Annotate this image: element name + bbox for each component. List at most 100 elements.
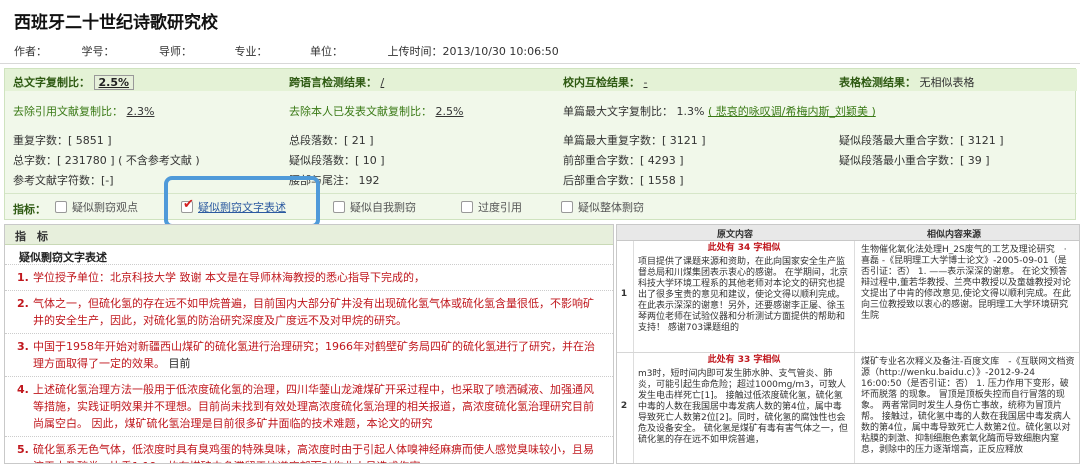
sus-min-overlap-label: 疑似段落最小重合字数： bbox=[839, 154, 960, 167]
col-similar-header: 相似内容来源 bbox=[927, 230, 982, 240]
original-cell: 此处有 34 字相似 项目提供了课题来源和资助，在此向国家安全生产监督总局和川煤… bbox=[633, 241, 855, 352]
author-label: 作者： bbox=[14, 45, 47, 58]
student-id-label: 学号： bbox=[81, 45, 115, 58]
excl-ref-link[interactable]: 2.3% bbox=[127, 105, 155, 118]
table-detect-value: 无相似表格 bbox=[919, 76, 975, 89]
table-row: 2 此处有 33 字相似 m3时，短时间内即可发生肺水肿、支气管炎、肺炎，可能引… bbox=[617, 353, 1079, 463]
item-text: 硫化氢系无色气体，低浓度时具有臭鸡蛋的特殊臭味，高浓度时由于引起人体嗅神经麻痹而… bbox=[33, 443, 594, 463]
school-compare-link[interactable]: - bbox=[644, 76, 648, 89]
tail-value: 192 bbox=[358, 174, 380, 187]
checkbox-box[interactable] bbox=[333, 201, 345, 213]
total-copy-badge[interactable]: 2.5% bbox=[93, 75, 135, 90]
item-text: 学位授予单位：北京科技大学 致谢 本文是在导师林海教授的悉心指导下完成的， bbox=[33, 271, 425, 284]
indicator-label: 指标： bbox=[13, 203, 46, 216]
report-title: 西班牙二十世纪诗歌研究校 bbox=[14, 13, 218, 33]
source-cell[interactable]: 煤矿专业名次释义及备注-百度文库 -《互联网文档资源（http://wenku.… bbox=[857, 355, 1079, 458]
comparison-header: 原文内容 相似内容来源 bbox=[617, 225, 1079, 241]
total-chars-value: [ 231780 ] bbox=[57, 154, 115, 167]
list-item[interactable]: 3. 中国于1958年开始对新疆西山煤矿的硫化氢进行治理研究；1966年对鹤壁矿务… bbox=[5, 334, 613, 377]
cross-lang-label: 跨语言检测结果： bbox=[289, 76, 377, 89]
total-paras-label: 总段落数： bbox=[289, 134, 344, 147]
filter-opinion-checkbox[interactable]: 疑似剽窃观点 bbox=[55, 199, 138, 215]
item-text: 气体之一，但硫化氢的存在远不如甲烷普遍，目前国内大部分矿井没有出现硫化氢气体或硫… bbox=[33, 297, 594, 327]
stats-row-counts-1: 重复字数：[ 5851 ] 总段落数：[ 21 ] 单篇最大重复字数：[ 312… bbox=[5, 127, 1077, 149]
filter-whole-label: 疑似整体剽窃 bbox=[578, 201, 644, 214]
sus-max-overlap-label: 疑似段落最大重合字数： bbox=[839, 134, 960, 147]
sus-max-overlap-value: [ 3121 ] bbox=[960, 134, 1004, 147]
source-text: 煤矿专业名次释义及备注-百度文库 -《互联网文档资源（http://wenku.… bbox=[861, 357, 1075, 455]
row-index: 2 bbox=[620, 401, 628, 411]
back-overlap-value: [ 1558 ] bbox=[640, 174, 684, 187]
filter-overcite-checkbox[interactable]: 过度引用 bbox=[461, 199, 522, 215]
stats-row-counts-2: 总字数：[ 231780 ] ( 不含参考文献 ) 疑似段落数：[ 10 ] 前… bbox=[5, 147, 1077, 169]
item-text: 中国于1958年开始对新疆西山煤矿的硫化氢进行治理研究；1966年对鹤壁矿务局四… bbox=[33, 340, 595, 370]
sus-paras-label: 疑似段落数： bbox=[289, 154, 355, 167]
report-meta: 作者： 学号： 导师： 专业： 单位： 上传时间：2013/10/30 10:0… bbox=[14, 43, 559, 59]
source-cell[interactable]: 生物催化氧化法处理H_2S废气的工艺及理论研究 · 喜磊 -《昆明理工大学博士论… bbox=[857, 243, 1079, 324]
front-overlap-label: 前部重合字数： bbox=[563, 154, 640, 167]
filter-overcite-label: 过度引用 bbox=[478, 201, 522, 214]
stats-row-ratios: 去除引用文献复制比： 2.3% 去除本人已发表文献复制比： 2.5% 单篇最大文… bbox=[5, 98, 1077, 120]
total-copy-label: 总文字复制比： bbox=[13, 76, 90, 89]
original-cell: 此处有 33 字相似 m3时，短时间内即可发生肺水肿、支气管炎、肺炎，可能引起生… bbox=[633, 353, 855, 463]
front-overlap-value: [ 4293 ] bbox=[640, 154, 684, 167]
item-number: 3. bbox=[17, 340, 29, 353]
source-text: 生物催化氧化法处理H_2S废气的工艺及理论研究 · 喜磊 -《昆明理工大学博士论… bbox=[861, 245, 1071, 321]
table-row: 1 此处有 34 字相似 项目提供了课题来源和资助，在此向国家安全生产监督总局和… bbox=[617, 241, 1079, 353]
similar-count: 此处有 33 字相似 bbox=[707, 355, 781, 365]
filter-self-checkbox[interactable]: 疑似自我剽窃 bbox=[333, 199, 416, 215]
checkbox-box[interactable] bbox=[561, 201, 573, 213]
excl-self-link[interactable]: 2.5% bbox=[436, 105, 464, 118]
item-number: 4. bbox=[17, 383, 29, 396]
suspect-paragraph-panel: 指 标 疑似剽窃文字表述 1. 学位授予单位：北京科技大学 致谢 本文是在导师林海… bbox=[4, 224, 614, 464]
row-index: 1 bbox=[620, 289, 628, 299]
ref-chars-label: 参考文献字符数： bbox=[13, 174, 101, 187]
cross-lang-link[interactable]: / bbox=[381, 76, 385, 89]
unit-label: 单位： bbox=[310, 45, 343, 58]
max-single-source-link[interactable]: ( 悲哀的咏叹调/希梅内斯_刘颖美 ) bbox=[708, 105, 876, 118]
excl-ref-label: 去除引用文献复制比： bbox=[13, 105, 123, 118]
item-number: 2. bbox=[17, 297, 29, 310]
table-detect-label: 表格检测结果： bbox=[839, 76, 916, 89]
item-number: 5. bbox=[17, 443, 29, 456]
list-item[interactable]: 5. 硫化氢系无色气体，低浓度时具有臭鸡蛋的特殊臭味，高浓度时由于引起人体嗅神经麻… bbox=[5, 437, 613, 463]
item-number: 1. bbox=[17, 271, 29, 284]
major-label: 专业： bbox=[234, 45, 268, 58]
col-original-header: 原文内容 bbox=[717, 230, 754, 240]
repeat-chars-value: [ 5851 ] bbox=[68, 134, 112, 147]
back-overlap-label: 后部重合字数： bbox=[563, 174, 640, 187]
original-text: 项目提供了课题来源和资助，在此向国家安全生产监督总局和川煤集团表示衷心的感谢。 … bbox=[638, 257, 848, 333]
filter-self-label: 疑似自我剽窃 bbox=[350, 201, 416, 214]
similar-count: 此处有 34 字相似 bbox=[707, 243, 781, 253]
ref-chars-value: [-] bbox=[101, 174, 114, 187]
report-header: 西班牙二十世纪诗歌研究校 作者： 学号： 导师： 专业： 单位： 上传时间：20… bbox=[0, 0, 1080, 64]
checkbox-box[interactable] bbox=[55, 201, 67, 213]
upload-label: 上传时间： bbox=[387, 45, 443, 58]
panel-header: 指 标 bbox=[5, 225, 613, 245]
original-text: m3时，短时间内即可发生肺水肿、支气管炎、肺炎，可能引起生命危险；超过1000m… bbox=[638, 369, 848, 445]
repeat-chars-label: 重复字数： bbox=[13, 134, 68, 147]
comparison-table: 原文内容 相似内容来源 1 此处有 34 字相似 项目提供了课题来源和资助，在此… bbox=[616, 224, 1080, 464]
max-repeat-value: [ 3121 ] bbox=[662, 134, 706, 147]
filter-opinion-label: 疑似剽窃观点 bbox=[72, 201, 138, 214]
excl-self-label: 去除本人已发表文献复制比： bbox=[289, 105, 432, 118]
stats-row-summary: 总文字复制比： 2.5% 跨语言检测结果： / 校内互检结果： - 表格检测结果… bbox=[5, 69, 1077, 91]
item-tail-text: 目前 bbox=[168, 357, 191, 370]
max-repeat-label: 单篇最大重复字数： bbox=[563, 134, 662, 147]
panel-subheader: 疑似剽窃文字表述 bbox=[5, 245, 613, 265]
max-single-value: 1.3% bbox=[676, 105, 705, 118]
list-item[interactable]: 4. 上述硫化氢治理方法一般用于低浓度硫化氢的治理，四川华蓥山龙滩煤矿开采过程中，… bbox=[5, 377, 613, 437]
highlight-ring bbox=[164, 176, 320, 228]
list-item[interactable]: 1. 学位授予单位：北京科技大学 致谢 本文是在导师林海教授的悉心指导下完成的， bbox=[5, 265, 613, 291]
upload-time: 2013/10/30 10:06:50 bbox=[442, 45, 559, 58]
item-text: 上述硫化氢治理方法一般用于低浓度硫化氢的治理，四川华蓥山龙滩煤矿开采过程中，也采… bbox=[33, 383, 594, 430]
sus-min-overlap-value: [ 39 ] bbox=[960, 154, 990, 167]
school-compare-label: 校内互检结果： bbox=[563, 76, 640, 89]
filter-whole-checkbox[interactable]: 疑似整体剽窃 bbox=[561, 199, 644, 215]
advisor-label: 导师： bbox=[159, 45, 192, 58]
list-item[interactable]: 2. 气体之一，但硫化氢的存在远不如甲烷普遍，目前国内大部分矿井没有出现硫化氢气体… bbox=[5, 291, 613, 334]
checkbox-box[interactable] bbox=[461, 201, 473, 213]
total-chars-label: 总字数： bbox=[13, 154, 57, 167]
max-single-label: 单篇最大文字复制比： bbox=[563, 105, 673, 118]
total-paras-value: [ 21 ] bbox=[344, 134, 374, 147]
